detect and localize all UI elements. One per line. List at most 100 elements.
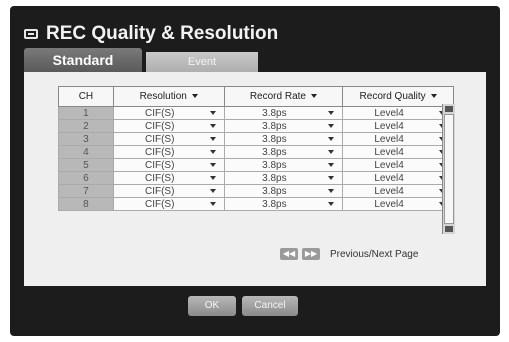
channel-table: CH Resolution Record Rate Record Quality…	[58, 86, 454, 211]
record-quality-select[interactable]: Level4	[342, 184, 454, 198]
table-scrollbar[interactable]	[442, 104, 455, 234]
record-rate-select[interactable]: 3.8ps	[223, 158, 344, 172]
record-rate-select[interactable]: 3.8ps	[223, 145, 344, 159]
resolution-select-value: CIF(S)	[144, 107, 175, 119]
record-rate-select-value: 3.8ps	[262, 159, 287, 171]
chevron-down-icon	[430, 94, 437, 99]
channel-number: 2	[58, 119, 114, 133]
record-quality-select[interactable]: Level4	[342, 158, 454, 172]
record-rate-select[interactable]: 3.8ps	[223, 197, 344, 211]
chevron-down-icon	[191, 94, 198, 99]
record-rate-select-value: 3.8ps	[262, 198, 287, 210]
table-row: 5 CIF(S) 3.8ps Level4	[58, 158, 454, 172]
resolution-select-value: CIF(S)	[144, 172, 175, 184]
chevron-down-icon	[328, 163, 335, 167]
title-bar: REC Quality & Resolution	[24, 20, 278, 48]
channel-number: 3	[58, 132, 114, 146]
previous-page-button[interactable]: ◀◀	[280, 248, 298, 260]
record-rate-select[interactable]: 3.8ps	[223, 171, 344, 185]
page-title: REC Quality & Resolution	[46, 23, 279, 44]
chevron-down-icon	[310, 94, 317, 99]
table-row: 3 CIF(S) 3.8ps Level4	[58, 132, 454, 146]
resolution-select[interactable]: CIF(S)	[112, 132, 225, 146]
channel-number: 6	[58, 171, 114, 185]
channel-number: 7	[58, 184, 114, 198]
record-quality-select[interactable]: Level4	[342, 119, 454, 133]
record-quality-select-value: Level4	[374, 133, 404, 145]
record-quality-select[interactable]: Level4	[342, 106, 454, 120]
channel-number: 4	[58, 145, 114, 159]
tab-event[interactable]: Event	[146, 52, 258, 72]
scroll-down-arrow-icon[interactable]	[445, 226, 453, 232]
chevron-down-icon	[209, 124, 216, 128]
resolution-select[interactable]: CIF(S)	[112, 171, 225, 185]
record-quality-select[interactable]: Level4	[342, 145, 454, 159]
record-quality-select-value: Level4	[374, 198, 404, 210]
scrollbar-thumb[interactable]	[444, 114, 454, 224]
settings-panel: CH Resolution Record Rate Record Quality…	[24, 72, 486, 286]
chevron-down-icon	[328, 137, 335, 141]
header-record-rate-label: Record Rate	[249, 91, 306, 102]
header-record-rate[interactable]: Record Rate	[223, 86, 344, 107]
resolution-select[interactable]: CIF(S)	[112, 158, 225, 172]
resolution-select[interactable]: CIF(S)	[112, 184, 225, 198]
dialog-buttons: OK Cancel	[188, 296, 298, 316]
record-rate-select[interactable]: 3.8ps	[223, 106, 344, 120]
chevron-down-icon	[328, 176, 335, 180]
resolution-select[interactable]: CIF(S)	[112, 197, 225, 211]
chevron-down-icon	[328, 202, 335, 206]
record-quality-select-value: Level4	[374, 120, 404, 132]
chevron-down-icon	[209, 163, 216, 167]
table-row: 6 CIF(S) 3.8ps Level4	[58, 171, 454, 185]
chevron-down-icon	[328, 124, 335, 128]
chevron-down-icon	[209, 176, 216, 180]
header-record-quality[interactable]: Record Quality	[342, 86, 454, 107]
record-quality-select-value: Level4	[374, 172, 404, 184]
pager-label: Previous/Next Page	[330, 248, 419, 260]
cancel-button[interactable]: Cancel	[242, 296, 298, 316]
resolution-select-value: CIF(S)	[144, 185, 175, 197]
record-quality-select[interactable]: Level4	[342, 171, 454, 185]
tab-standard[interactable]: Standard	[24, 48, 142, 72]
chevron-down-icon	[209, 137, 216, 141]
resolution-select-value: CIF(S)	[144, 120, 175, 132]
ok-button[interactable]: OK	[188, 296, 236, 316]
record-rate-select-value: 3.8ps	[262, 120, 287, 132]
pager: ◀◀ ▶▶ Previous/Next Page	[280, 248, 418, 260]
record-quality-select[interactable]: Level4	[342, 197, 454, 211]
record-rate-select-value: 3.8ps	[262, 133, 287, 145]
table-row: 4 CIF(S) 3.8ps Level4	[58, 145, 454, 159]
record-quality-select-value: Level4	[374, 159, 404, 171]
record-quality-select-value: Level4	[374, 146, 404, 158]
header-resolution[interactable]: Resolution	[112, 86, 225, 107]
resolution-select[interactable]: CIF(S)	[112, 106, 225, 120]
channel-number: 5	[58, 158, 114, 172]
chevron-down-icon	[328, 189, 335, 193]
record-quality-select-value: Level4	[374, 185, 404, 197]
header-record-quality-label: Record Quality	[359, 91, 426, 102]
header-ch: CH	[58, 86, 114, 107]
chevron-down-icon	[209, 150, 216, 154]
table-row: 1 CIF(S) 3.8ps Level4	[58, 106, 454, 120]
resolution-select[interactable]: CIF(S)	[112, 119, 225, 133]
record-rate-select-value: 3.8ps	[262, 107, 287, 119]
record-rate-select-value: 3.8ps	[262, 172, 287, 184]
record-rate-select[interactable]: 3.8ps	[223, 184, 344, 198]
header-resolution-label: Resolution	[139, 91, 187, 102]
scroll-up-arrow-icon[interactable]	[445, 106, 453, 112]
resolution-select-value: CIF(S)	[144, 133, 175, 145]
chevron-down-icon	[209, 111, 216, 115]
chevron-down-icon	[328, 150, 335, 154]
table-row: 2 CIF(S) 3.8ps Level4	[58, 119, 454, 133]
chevron-down-icon	[209, 189, 216, 193]
record-rate-select[interactable]: 3.8ps	[223, 132, 344, 146]
chevron-down-icon	[209, 202, 216, 206]
resolution-select[interactable]: CIF(S)	[112, 145, 225, 159]
record-quality-select[interactable]: Level4	[342, 132, 454, 146]
table-row: 8 CIF(S) 3.8ps Level4	[58, 197, 454, 211]
record-rate-select[interactable]: 3.8ps	[223, 119, 344, 133]
next-page-button[interactable]: ▶▶	[302, 248, 320, 260]
channel-number: 1	[58, 106, 114, 120]
table-row: 7 CIF(S) 3.8ps Level4	[58, 184, 454, 198]
chevron-down-icon	[328, 111, 335, 115]
